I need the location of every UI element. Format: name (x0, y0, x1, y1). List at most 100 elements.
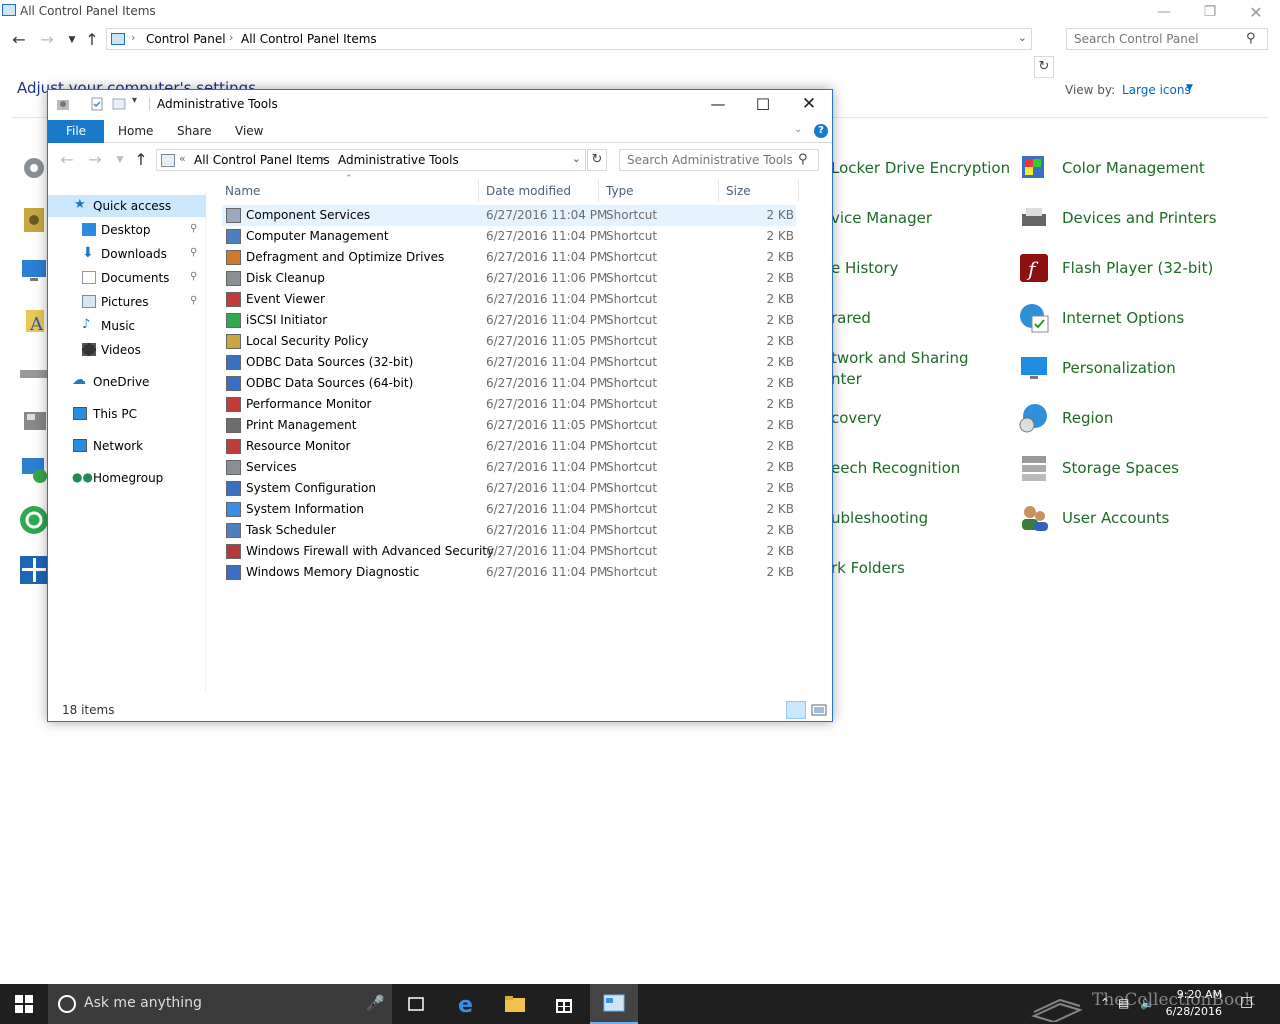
cp-item-speech-recognition[interactable]: eech Recognition (831, 459, 960, 477)
pin-icon[interactable]: ⚲ (190, 271, 197, 282)
expand-ribbon-chevron-icon[interactable]: ⌄ (794, 124, 802, 135)
nav-desktop[interactable]: Desktop ⚲ (48, 219, 206, 241)
table-row[interactable]: Resource Monitor 6/27/2016 11:04 PM Shortc… (222, 436, 796, 457)
restore-button[interactable]: ❐ (1187, 0, 1233, 24)
breadcrumb-separator[interactable]: › (321, 152, 325, 165)
table-row[interactable]: Windows Memory Diagnostic 6/27/2016 11:04… (222, 562, 796, 583)
table-row[interactable]: System Configuration 6/27/2016 11:04 PM Sh… (222, 478, 796, 499)
breadcrumb-all-items[interactable]: All Control Panel Items (194, 153, 330, 167)
table-row[interactable]: Task Scheduler 6/27/2016 11:04 PM Shortcut… (222, 520, 796, 541)
details-view-icon[interactable] (786, 701, 806, 719)
taskbar-edge[interactable]: e (443, 984, 491, 1024)
table-row[interactable]: Component Services 6/27/2016 11:04 PM Shor… (222, 205, 796, 226)
breadcrumb-separator[interactable]: › (131, 31, 135, 44)
column-separator[interactable] (598, 180, 599, 202)
cp-item-work-folders[interactable]: rk Folders (831, 559, 905, 577)
table-row[interactable]: Event Viewer 6/27/2016 11:04 PM Shortcut 2 … (222, 289, 796, 310)
forward-arrow-icon[interactable]: → (38, 30, 56, 49)
breadcrumb-admin-tools[interactable]: Administrative Tools (338, 153, 459, 167)
back-arrow-icon[interactable]: ← (10, 30, 28, 49)
nav-quick-access[interactable]: ★ Quick access (48, 195, 206, 217)
up-arrow-icon[interactable]: ↑ (132, 150, 150, 169)
breadcrumb-separator[interactable]: › (229, 31, 233, 44)
table-row[interactable]: Services 6/27/2016 11:04 PM Shortcut 2 KB (222, 457, 796, 478)
back-arrow-icon[interactable]: ← (58, 150, 76, 169)
explorer-close-button[interactable]: ✕ (786, 90, 832, 118)
forward-arrow-icon[interactable]: → (86, 150, 104, 169)
large-icons-view-icon[interactable] (810, 701, 828, 719)
tab-view[interactable]: View (235, 124, 263, 138)
cp-item-network-sharing[interactable]: twork and Sharing (831, 349, 969, 367)
nav-documents[interactable]: Documents ⚲ (48, 267, 206, 289)
customize-qat-chevron-icon[interactable]: ▾ (132, 95, 146, 109)
cp-item-personalization[interactable]: Personalization (1062, 359, 1176, 377)
table-row[interactable]: iSCSI Initiator 6/27/2016 11:04 PM Shortcu… (222, 310, 796, 331)
address-dropdown-chevron-icon[interactable]: ⌄ (1018, 31, 1027, 44)
address-dropdown-chevron-icon[interactable]: ⌄ (572, 152, 581, 165)
column-separator[interactable] (798, 180, 799, 202)
cp-item-user-accounts[interactable]: User Accounts (1062, 509, 1169, 527)
pin-icon[interactable]: ⚲ (190, 247, 197, 258)
cp-item-bitlocker[interactable]: Locker Drive Encryption (831, 159, 1010, 177)
breadcrumb-overflow[interactable]: « (179, 152, 186, 165)
cp-item-recovery[interactable]: covery (831, 409, 882, 427)
nav-pictures[interactable]: Pictures ⚲ (48, 291, 206, 313)
explorer-maximize-button[interactable]: ☐ (740, 90, 786, 118)
nav-music[interactable]: ♪ Music (48, 315, 206, 337)
refresh-icon[interactable]: ↻ (587, 149, 607, 171)
cp-item-internet-options[interactable]: Internet Options (1062, 309, 1184, 327)
network-icon[interactable]: ▤ (1118, 996, 1129, 1010)
cp-item-troubleshooting[interactable]: ubleshooting (831, 509, 928, 527)
taskbar-store[interactable] (540, 984, 588, 1024)
nav-videos[interactable]: Videos (48, 339, 206, 361)
explorer-minimize-button[interactable]: — (695, 90, 741, 118)
volume-icon[interactable]: 🔈 (1140, 996, 1155, 1010)
nav-downloads[interactable]: ⬇ Downloads ⚲ (48, 243, 206, 265)
recent-locations-chevron-icon[interactable]: ▼ (63, 35, 81, 45)
show-hidden-icons-chevron-icon[interactable]: ⌃ (1100, 996, 1110, 1010)
cp-item-storage-spaces[interactable]: Storage Spaces (1062, 459, 1179, 477)
control-panel-search-input[interactable] (1066, 28, 1268, 50)
table-row[interactable]: ODBC Data Sources (32-bit) 6/27/2016 11:0… (222, 352, 796, 373)
tab-home[interactable]: Home (118, 124, 153, 138)
column-separator[interactable] (718, 180, 719, 202)
up-arrow-icon[interactable]: ↑ (83, 30, 101, 49)
table-row[interactable]: Performance Monitor 6/27/2016 11:04 PM Sho… (222, 394, 796, 415)
search-icon[interactable]: ⚲ (1246, 31, 1256, 46)
column-separator[interactable] (478, 180, 479, 202)
caret-down-icon[interactable]: ▼ (1186, 83, 1193, 93)
minimize-button[interactable]: — (1141, 0, 1187, 24)
table-row[interactable]: System Information 6/27/2016 11:04 PM Shor… (222, 499, 796, 520)
nav-network[interactable]: Network (48, 435, 206, 457)
start-button[interactable] (0, 984, 48, 1024)
nav-this-pc[interactable]: This PC (48, 403, 206, 425)
recent-locations-chevron-icon[interactable]: ▼ (111, 155, 129, 165)
cp-item-devices-printers[interactable]: Devices and Printers (1062, 209, 1217, 227)
explorer-search-input[interactable] (619, 149, 819, 171)
explorer-address-bar[interactable]: « All Control Panel Items › Administrati… (156, 149, 586, 171)
cp-item-network-sharing-line2[interactable]: nter (831, 370, 862, 388)
taskbar-file-explorer[interactable] (491, 984, 539, 1024)
cp-item-region[interactable]: Region (1062, 409, 1113, 427)
taskbar-control-panel[interactable] (590, 984, 638, 1024)
table-row[interactable]: ODBC Data Sources (64-bit) 6/27/2016 11:0… (222, 373, 796, 394)
cp-item-infrared[interactable]: rared (831, 309, 871, 327)
tab-file[interactable]: File (48, 120, 104, 143)
tab-share[interactable]: Share (177, 124, 212, 138)
table-row[interactable]: Disk Cleanup 6/27/2016 11:06 PM Shortcut 2 … (222, 268, 796, 289)
table-row[interactable]: Windows Firewall with Advanced Security 6… (222, 541, 796, 562)
column-header-size[interactable]: Size (726, 184, 751, 198)
new-folder-icon[interactable] (112, 97, 126, 111)
refresh-icon[interactable]: ↻ (1034, 56, 1054, 78)
microphone-icon[interactable]: 🎤 (366, 994, 385, 1012)
task-view-button[interactable] (392, 984, 440, 1024)
nav-onedrive[interactable]: ☁ OneDrive (48, 371, 206, 393)
action-center-icon[interactable]: □ (1240, 994, 1253, 1010)
control-panel-address-bar[interactable]: › Control Panel › All Control Panel Item… (106, 28, 1032, 50)
pin-icon[interactable]: ⚲ (190, 223, 197, 234)
help-icon[interactable]: ? (814, 124, 828, 138)
clock-date[interactable]: 6/28/2016 (1160, 1005, 1222, 1018)
nav-homegroup[interactable]: ●● Homegroup (48, 467, 206, 489)
cp-item-device-manager[interactable]: vice Manager (831, 209, 932, 227)
table-row[interactable]: Local Security Policy 6/27/2016 11:05 PM S… (222, 331, 796, 352)
